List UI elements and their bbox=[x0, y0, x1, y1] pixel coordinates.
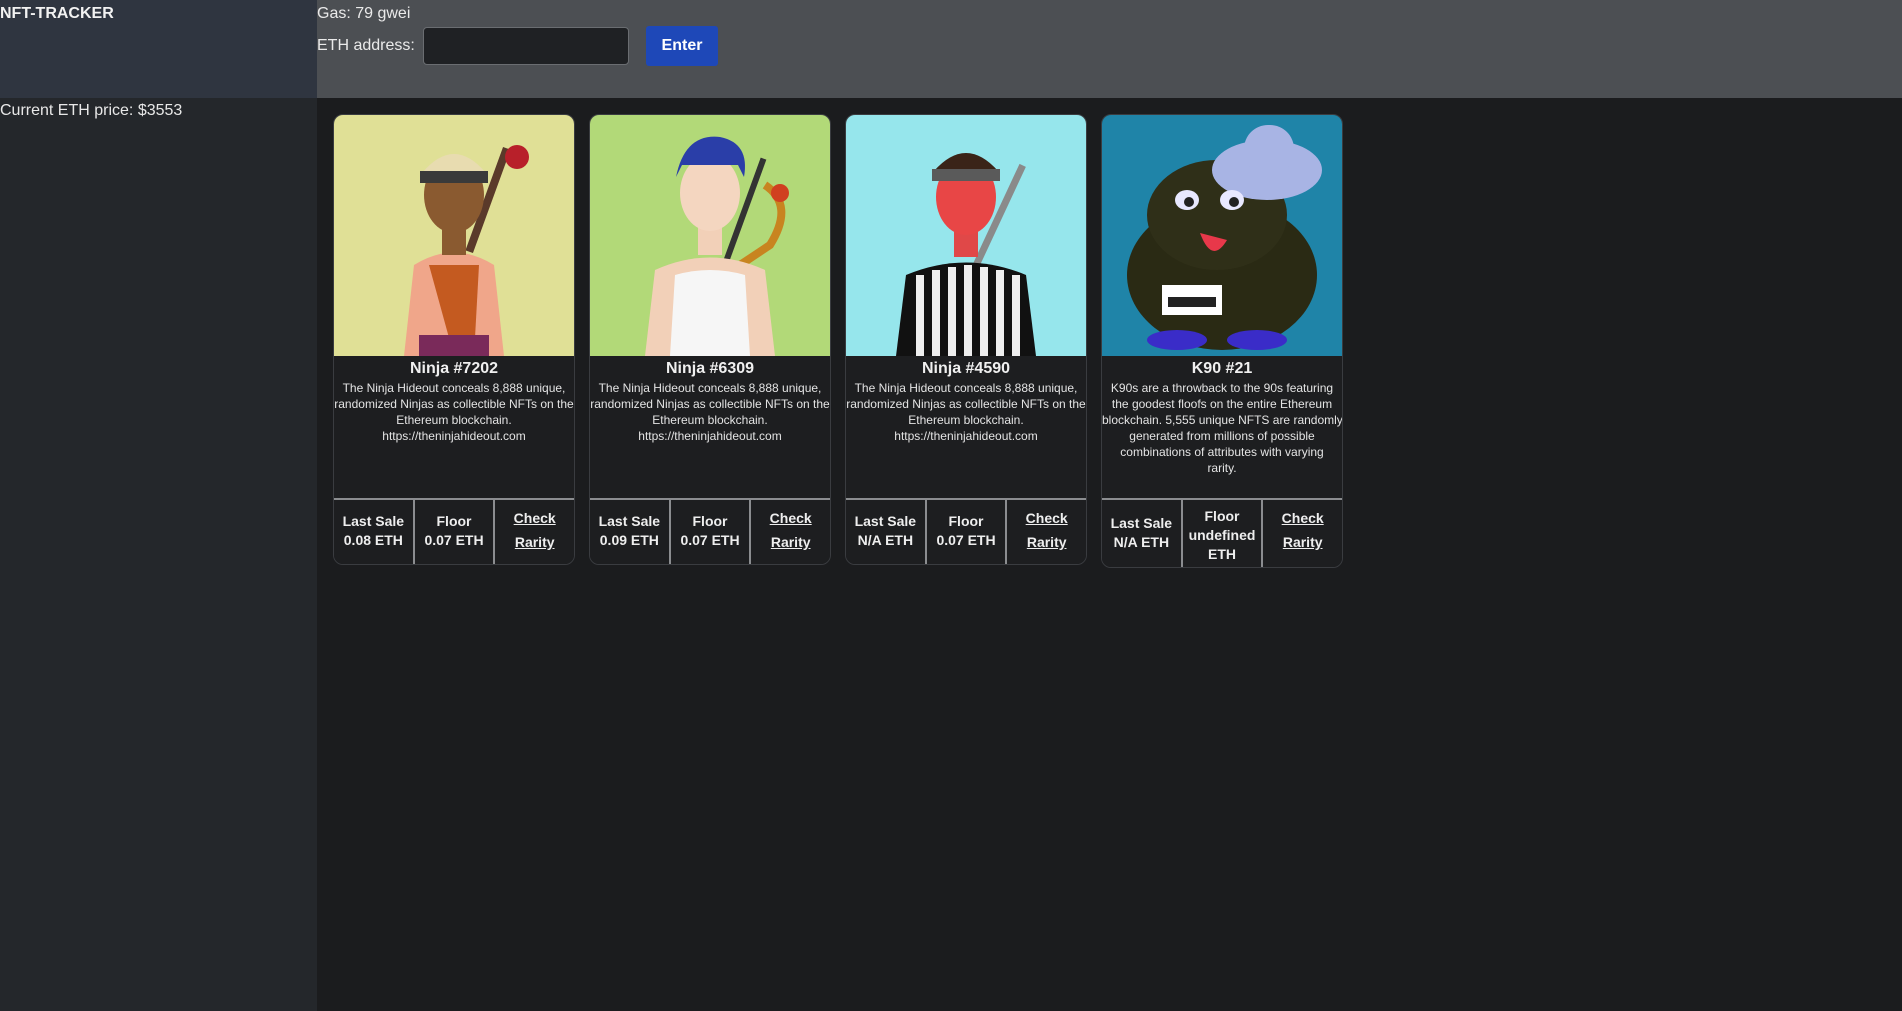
sidebar: NFT-TRACKER Current ETH price: $3553 bbox=[0, 0, 317, 1011]
nft-card: K90 #21 K90s are a throwback to the 90s … bbox=[1101, 114, 1343, 568]
description-line: Ethereum blockchain. bbox=[396, 413, 512, 427]
check-rarity-link[interactable]: Check Rarity bbox=[1007, 500, 1086, 564]
nft-stats: Last Sale N/A ETH Floor 0.07 ETH Check R… bbox=[846, 498, 1086, 564]
nft-card: Ninja #4590 The Ninja Hideout conceals 8… bbox=[845, 114, 1087, 565]
description-line: Ethereum blockchain. bbox=[908, 413, 1024, 427]
floor-stat: Floor 0.07 ETH bbox=[926, 500, 1008, 564]
nft-stats: Last Sale N/A ETH Floor undefined ETH Ch… bbox=[1102, 498, 1342, 567]
description-line: combinations of attributes with varying bbox=[1120, 445, 1324, 459]
check-rarity-link[interactable]: Check Rarity bbox=[1263, 500, 1342, 567]
nft-description: K90s are a throwback to the 90s featurin… bbox=[1102, 380, 1342, 492]
check-rarity-text[interactable]: Rarity bbox=[1263, 530, 1342, 554]
check-rarity-text[interactable]: Rarity bbox=[1007, 530, 1086, 554]
check-rarity-text[interactable]: Check bbox=[1263, 506, 1342, 530]
description-line: randomized Ninjas as collectible NFTs on… bbox=[846, 397, 1086, 411]
nft-title: Ninja #4590 bbox=[921, 360, 1011, 377]
description-line: randomized Ninjas as collectible NFTs on… bbox=[334, 397, 574, 411]
eth-address-label: ETH address: bbox=[317, 37, 415, 54]
app-title: NFT-TRACKER bbox=[0, 0, 317, 98]
floor-label: Floor bbox=[692, 513, 728, 529]
check-rarity-link[interactable]: Check Rarity bbox=[751, 500, 830, 564]
nft-image bbox=[846, 115, 1086, 356]
last-sale-stat: Last Sale 0.08 ETH bbox=[334, 500, 415, 564]
check-rarity-link[interactable]: Check Rarity bbox=[495, 500, 574, 564]
nft-description: The Ninja Hideout conceals 8,888 unique,… bbox=[846, 380, 1086, 492]
last-sale-stat: Last Sale N/A ETH bbox=[846, 500, 927, 564]
check-rarity-text[interactable]: Rarity bbox=[751, 530, 830, 554]
nft-description: The Ninja Hideout conceals 8,888 unique,… bbox=[334, 380, 574, 492]
floor-label: Floor bbox=[948, 513, 984, 529]
last-sale-stat: Last Sale 0.09 ETH bbox=[590, 500, 671, 564]
description-line: https://theninjahideout.com bbox=[382, 429, 526, 443]
last-sale-stat: Last Sale N/A ETH bbox=[1102, 500, 1183, 567]
eth-address-input[interactable] bbox=[423, 27, 629, 65]
floor-value: ETH bbox=[1208, 546, 1236, 562]
description-line: The Ninja Hideout conceals 8,888 unique, bbox=[854, 381, 1078, 395]
nft-image bbox=[334, 115, 574, 356]
description-line: K90s are a throwback to the 90s featurin… bbox=[1110, 381, 1334, 395]
floor-value: undefined bbox=[1188, 527, 1256, 543]
floor-value: 0.07 ETH bbox=[424, 532, 484, 548]
floor-stat: Floor 0.07 ETH bbox=[414, 500, 496, 564]
nft-description: The Ninja Hideout conceals 8,888 unique,… bbox=[590, 380, 830, 492]
nft-title: Ninja #6309 bbox=[665, 360, 755, 377]
nft-stats: Last Sale 0.09 ETH Floor 0.07 ETH Check … bbox=[590, 498, 830, 564]
last-sale-label: Last Sale bbox=[342, 513, 405, 529]
eth-price-text: Current ETH price: $3553 bbox=[0, 102, 183, 119]
floor-label: Floor bbox=[436, 513, 472, 529]
nft-card: Ninja #7202 The Ninja Hideout conceals 8… bbox=[333, 114, 575, 565]
top-bar: Gas: 79 gwei ETH address: Enter bbox=[317, 0, 1902, 98]
description-line: https://theninjahideout.com bbox=[894, 429, 1038, 443]
floor-value: 0.07 ETH bbox=[936, 532, 996, 548]
check-rarity-text[interactable]: Check bbox=[495, 506, 574, 530]
nft-image bbox=[1102, 115, 1342, 356]
last-sale-label: Last Sale bbox=[854, 513, 917, 529]
description-line: randomized Ninjas as collectible NFTs on… bbox=[590, 397, 830, 411]
enter-button[interactable]: Enter bbox=[646, 26, 718, 66]
description-line: The Ninja Hideout conceals 8,888 unique, bbox=[342, 381, 566, 395]
description-line: the goodest floofs on the entire Ethereu… bbox=[1111, 397, 1333, 411]
description-line: generated from millions of possible bbox=[1129, 429, 1315, 443]
floor-value: 0.07 ETH bbox=[680, 532, 740, 548]
description-line: blockchain. 5,555 unique NFTS are random… bbox=[1102, 413, 1343, 427]
gas-price-text: Gas: 79 gwei bbox=[317, 5, 411, 22]
floor-label: Floor bbox=[1204, 508, 1240, 524]
floor-stat: Floor undefined ETH bbox=[1182, 500, 1264, 567]
last-sale-value: N/A ETH bbox=[857, 532, 914, 548]
description-line: rarity. bbox=[1207, 461, 1237, 475]
description-line: https://theninjahideout.com bbox=[638, 429, 782, 443]
check-rarity-text[interactable]: Check bbox=[751, 506, 830, 530]
last-sale-value: N/A ETH bbox=[1113, 533, 1170, 550]
last-sale-value: 0.09 ETH bbox=[599, 532, 659, 548]
nft-stats: Last Sale 0.08 ETH Floor 0.07 ETH Check … bbox=[334, 498, 574, 564]
last-sale-value: 0.08 ETH bbox=[343, 532, 403, 548]
check-rarity-text[interactable]: Rarity bbox=[495, 530, 574, 554]
nft-title: K90 #21 bbox=[1191, 360, 1253, 377]
description-line: The Ninja Hideout conceals 8,888 unique, bbox=[598, 381, 822, 395]
nft-title: Ninja #7202 bbox=[409, 360, 499, 377]
last-sale-label: Last Sale bbox=[598, 513, 661, 529]
description-line: Ethereum blockchain. bbox=[652, 413, 768, 427]
nft-image bbox=[590, 115, 830, 356]
nft-card: Ninja #6309 The Ninja Hideout conceals 8… bbox=[589, 114, 831, 565]
floor-stat: Floor 0.07 ETH bbox=[670, 500, 752, 564]
check-rarity-text[interactable]: Check bbox=[1007, 506, 1086, 530]
last-sale-label: Last Sale bbox=[1110, 514, 1173, 531]
